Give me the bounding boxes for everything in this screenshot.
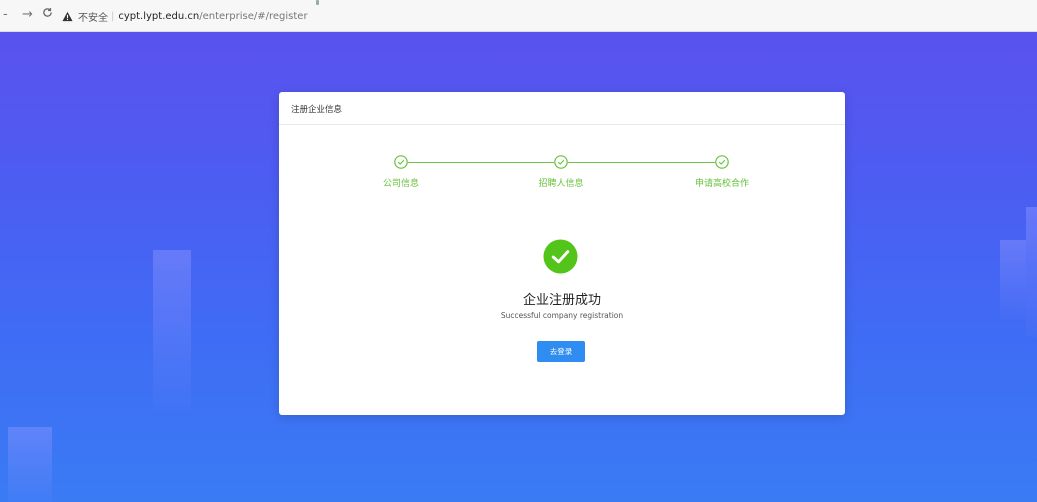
card-title: 注册企业信息: [291, 105, 343, 115]
step-1-check-icon: [394, 155, 408, 169]
url-host: cypt.lypt.edu.cn: [118, 10, 200, 22]
step-3-label: 申请高校合作: [694, 179, 750, 189]
success-title: 企业注册成功: [522, 293, 601, 308]
check-circle-icon: [543, 239, 578, 274]
step-connector-2: [568, 162, 715, 163]
success-subtitle: Successful company registration: [500, 311, 624, 320]
warning-triangle-icon: [62, 11, 73, 21]
card-header: 注册企业信息: [279, 92, 845, 125]
background-pillar-left: [153, 250, 191, 410]
url-path: /enterprise/#/register: [199, 10, 308, 22]
address-bar[interactable]: 不安全 | cypt.lypt.edu.cn/enterprise/#/regi…: [62, 7, 308, 25]
background-pillar-bottom-left: [8, 427, 52, 502]
browser-toolbar: ‑ → 不安全 | cypt.lypt.edu.cn/enterprise/#/…: [0, 0, 1037, 32]
reload-icon[interactable]: [42, 7, 53, 22]
step-2-label: 招聘人信息: [538, 179, 584, 189]
forward-arrow-icon[interactable]: →: [22, 8, 33, 22]
back-arrow-icon[interactable]: ‑: [3, 8, 8, 22]
step-1-label: 公司信息: [382, 179, 420, 189]
step-2-check-icon: [554, 155, 568, 169]
address-separator: |: [111, 10, 115, 22]
toolbar-indicator: [316, 0, 319, 5]
insecure-label: 不安全: [78, 12, 108, 24]
step-3-check-icon: [715, 155, 729, 169]
background-pillar-right: [1000, 240, 1026, 320]
step-connector-1: [408, 162, 554, 163]
go-login-button[interactable]: 去登录: [537, 341, 585, 362]
page-background: 注册企业信息 公司信息 招聘人信息 申请高校合作 企业注册成功 Successf…: [0, 32, 1037, 502]
register-card: 注册企业信息 公司信息 招聘人信息 申请高校合作 企业注册成功 Successf…: [279, 92, 845, 415]
background-pillar-far-right: [1026, 207, 1037, 337]
